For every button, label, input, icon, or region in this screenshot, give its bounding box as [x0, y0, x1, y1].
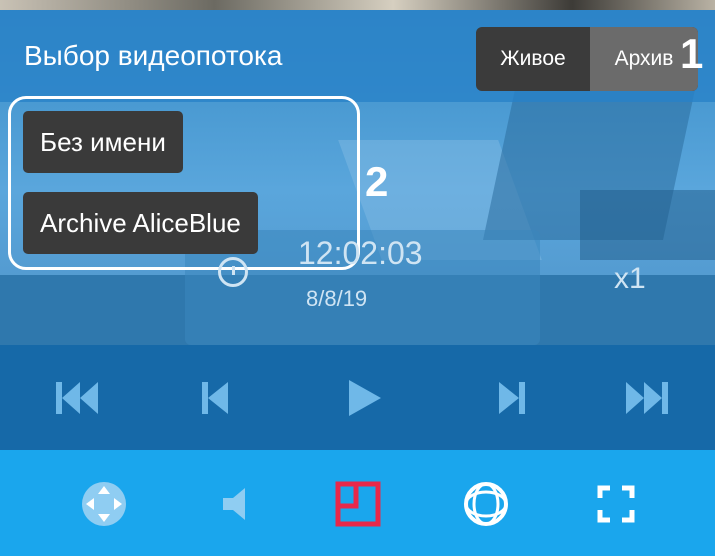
skip-to-end-icon[interactable]: [624, 372, 672, 424]
callout-2: 2: [365, 158, 389, 205]
stream-option-unnamed[interactable]: Без имени: [23, 111, 183, 173]
audio-icon[interactable]: [215, 480, 263, 528]
video-scene-shape: [580, 190, 715, 260]
live-mode-button[interactable]: Живое: [476, 27, 590, 91]
callout-1: 1: [680, 30, 704, 77]
skip-to-start-icon[interactable]: [52, 372, 100, 424]
page-title: Выбор видеопотока: [24, 40, 283, 71]
video-screen: Выбор видеопотока Живое Архив 1 Без имен…: [0, 0, 715, 556]
mode-toggle: Живое Архив: [476, 27, 698, 91]
fullscreen-icon[interactable]: [592, 480, 640, 528]
playback-speed[interactable]: x1: [614, 262, 646, 296]
layout-icon[interactable]: [334, 480, 382, 528]
playback-date: 8/8/19: [306, 286, 368, 311]
video-frame-top: [0, 0, 715, 10]
step-back-icon[interactable]: [200, 372, 230, 424]
fisheye-icon[interactable]: [462, 480, 510, 528]
play-icon[interactable]: [345, 372, 385, 424]
playback-time: 12:02:03: [298, 235, 423, 271]
clock-icon[interactable]: [218, 257, 248, 287]
stream-option-archive[interactable]: Archive AliceBlue: [23, 192, 258, 254]
ptz-control-icon[interactable]: [80, 480, 128, 528]
step-forward-icon[interactable]: [497, 372, 527, 424]
